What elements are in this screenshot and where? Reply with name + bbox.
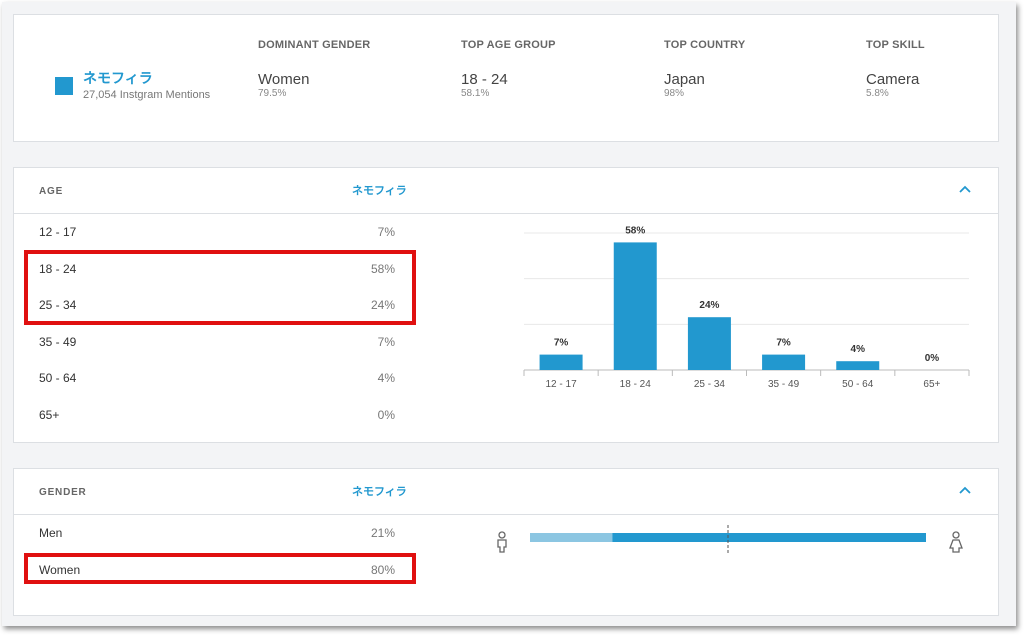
chevron-up-icon[interactable] [958, 485, 972, 495]
age-row: 12 - 17 7% [39, 225, 395, 245]
stat-top-skill: TOP SKILL Camera 5.8% [866, 39, 925, 99]
row-value: 0% [377, 408, 395, 422]
female-figure-icon [949, 531, 963, 553]
age-row: 35 - 49 7% [39, 335, 395, 355]
row-label: Women [39, 563, 81, 577]
row-label: 18 - 24 [39, 262, 77, 276]
stat-percent: 58.1% [461, 88, 490, 99]
women-bar-segment [612, 533, 926, 542]
row-value: 58% [370, 262, 395, 276]
age-row: 18 - 24 58% [39, 262, 395, 282]
bar-data-label: 7% [776, 338, 791, 349]
x-tick-label: 65+ [923, 379, 940, 390]
stat-value: Camera [866, 71, 920, 88]
age-section-header[interactable]: AGE ネモフィラ [14, 168, 998, 214]
brand-mentions: 27,054 Instgram Mentions [83, 89, 211, 101]
section-brand-label: ネモフィラ [352, 486, 407, 498]
gender-split-bar [530, 525, 926, 555]
bar-data-label: 24% [699, 300, 719, 311]
row-label: 12 - 17 [39, 225, 77, 239]
age-bar [836, 361, 880, 370]
stat-percent: 79.5% [258, 88, 287, 99]
age-row: 25 - 34 24% [39, 298, 395, 318]
bar-data-label: 7% [554, 338, 569, 349]
row-label: 50 - 64 [39, 371, 77, 385]
x-tick-label: 50 - 64 [842, 379, 874, 390]
chevron-up-icon[interactable] [958, 184, 972, 194]
row-label: 25 - 34 [39, 298, 77, 312]
age-row: 65+ 0% [39, 408, 395, 428]
row-value: 7% [377, 225, 395, 239]
stat-value: Women [258, 71, 310, 88]
age-bar [613, 242, 657, 370]
men-bar-segment [530, 533, 613, 542]
stat-percent: 98% [664, 88, 685, 99]
bar-data-label: 0% [925, 353, 940, 364]
brand-name[interactable]: ネモフィラ [83, 68, 153, 88]
bar-data-label: 58% [625, 225, 645, 236]
row-label: 35 - 49 [39, 335, 77, 349]
stat-label: DOMINANT GENDER [258, 39, 371, 51]
section-title: GENDER [39, 487, 87, 498]
stat-label: TOP SKILL [866, 39, 925, 51]
row-value: 21% [370, 526, 395, 540]
stat-top-age-group: TOP AGE GROUP 18 - 24 58.1% [461, 39, 556, 99]
age-bar-chart: 7% 12 - 17 58% 18 - 24 24% 25 - 34 7% 35 - 49 4%… [523, 225, 970, 390]
row-label: Men [39, 526, 63, 540]
age-bar [539, 354, 583, 370]
age-row: 50 - 64 4% [39, 371, 395, 391]
x-tick-label: 18 - 24 [620, 379, 652, 390]
stat-value: 18 - 24 [461, 71, 508, 88]
age-bar [687, 317, 731, 370]
row-label: 65+ [39, 408, 60, 422]
row-value: 7% [377, 335, 395, 349]
row-value: 24% [370, 298, 395, 312]
row-value: 4% [377, 371, 395, 385]
x-tick-label: 35 - 49 [768, 379, 800, 390]
bar-data-label: 4% [851, 344, 866, 355]
stat-dominant-gender: DOMINANT GENDER Women 79.5% [258, 39, 370, 99]
section-brand-label: ネモフィラ [352, 185, 407, 197]
x-tick-label: 12 - 17 [546, 379, 578, 390]
stat-top-country: TOP COUNTRY Japan 98% [664, 39, 745, 99]
summary-card: ネモフィラ 27,054 Instgram Mentions DOMINANT … [13, 14, 999, 142]
x-tick-label: 25 - 34 [694, 379, 726, 390]
stat-label: TOP COUNTRY [664, 39, 746, 51]
male-figure-icon [497, 531, 507, 553]
age-section: AGE ネモフィラ 12 - 17 7% 18 - 24 58% 25 - 34… [13, 167, 999, 443]
brand-color-swatch [55, 77, 73, 95]
gender-section-header[interactable]: GENDER ネモフィラ [14, 469, 998, 515]
section-title: AGE [39, 186, 64, 197]
gender-row: Men 21% [39, 526, 395, 546]
row-value: 80% [370, 563, 395, 577]
age-bar [762, 354, 806, 370]
stat-label: TOP AGE GROUP [461, 39, 556, 51]
gender-section: GENDER ネモフィラ Men 21% Women 80% [13, 468, 999, 616]
stat-percent: 5.8% [866, 88, 889, 99]
stat-value: Japan [664, 71, 705, 88]
gender-row: Women 80% [39, 563, 395, 583]
